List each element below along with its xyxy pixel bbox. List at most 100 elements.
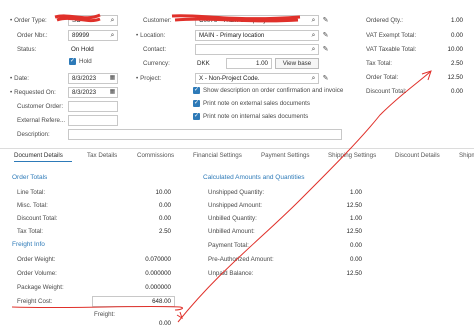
line-total-value: 10.00 — [92, 187, 175, 198]
print-internal-checkbox[interactable]: ✓ — [193, 113, 200, 120]
calendar-icon[interactable]: ▦ — [108, 88, 117, 97]
summary-value: 12.50 — [447, 74, 463, 81]
summary-value: 1.00 — [450, 17, 463, 24]
order-totals-title: Order Totals — [12, 174, 48, 181]
unbilled-qty-label: Unbilled Quantity: — [208, 215, 257, 222]
currency-code: DKK — [197, 60, 210, 67]
print-external-label: Print note on external sales documents — [203, 100, 310, 107]
unbilled-qty-value: 1.00 — [282, 213, 366, 224]
discount-total-label: Discount Total: — [17, 215, 58, 222]
pencil-icon[interactable]: ✎ — [321, 74, 330, 83]
external-ref-label: External Refere... — [17, 117, 66, 124]
tab-shipping-settings[interactable]: Shipping Settings — [328, 150, 376, 161]
unbilled-amount-value: 12.50 — [282, 226, 366, 237]
summary-label: Discount Total: — [366, 88, 407, 95]
package-weight-value: 0.000000 — [92, 282, 175, 293]
date-label: Date: — [10, 75, 29, 82]
tab-bar-divider — [0, 148, 474, 149]
summary-value: 10.00 — [447, 46, 463, 53]
unpaid-balance-label: Unpaid Balance: — [208, 270, 254, 277]
customer-order-field[interactable] — [68, 101, 118, 112]
print-internal-label: Print note on internal sales documents — [203, 113, 309, 120]
summary-label: Tax Total: — [366, 60, 393, 67]
pencil-icon[interactable]: ✎ — [321, 31, 330, 40]
unshipped-amount-value: 12.50 — [282, 200, 366, 211]
customer-field[interactable]: C0076 - Thain Company — [195, 15, 319, 26]
currency-rate-field[interactable]: 1.00 — [226, 58, 272, 69]
tax-total-label: Tax Total: — [17, 228, 44, 235]
calendar-icon[interactable]: ▦ — [108, 74, 117, 83]
tab-tax-details[interactable]: Tax Details — [87, 150, 117, 161]
show-description-label: Show description on order confirmation a… — [203, 87, 344, 94]
freight-cost-label: Freight Cost: — [17, 298, 53, 305]
freight-cost-field[interactable]: 648.00 — [92, 296, 175, 307]
unshipped-amount-label: Unshipped Amount: — [208, 202, 263, 209]
summary-value: 0.00 — [450, 32, 463, 39]
pre-authorized-value: 0.00 — [282, 254, 366, 265]
tab-document-details[interactable]: Document Details — [14, 150, 63, 161]
summary-value: 2.50 — [450, 60, 463, 67]
customer-label: Customer: — [143, 17, 172, 24]
tab-financial-settings[interactable]: Financial Settings — [193, 150, 242, 161]
misc-total-value: 0.00 — [92, 200, 175, 211]
package-weight-label: Package Weight: — [17, 284, 64, 291]
summary-label: VAT Taxable Total: — [366, 46, 417, 53]
line-total-label: Line Total: — [17, 189, 46, 196]
unpaid-balance-value: 12.50 — [282, 268, 366, 279]
project-label: Project: — [136, 75, 161, 82]
summary-label: Ordered Qty.: — [366, 17, 404, 24]
search-icon[interactable]: ⌕ — [309, 45, 318, 54]
unshipped-qty-value: 1.00 — [282, 187, 366, 198]
freight-info-title: Freight Info — [12, 241, 45, 248]
contact-field[interactable] — [195, 44, 319, 55]
tab-discount-details[interactable]: Discount Details — [395, 150, 440, 161]
hold-checkbox[interactable]: ✓ — [69, 58, 76, 65]
contact-label: Contact: — [143, 46, 167, 53]
status-label: Status: — [17, 46, 37, 53]
order-type-label: Order Type: — [10, 17, 47, 24]
pre-authorized-label: Pre-Authorized Amount: — [208, 256, 274, 263]
freight-label: Freight: — [94, 311, 115, 318]
unbilled-amount-label: Unbilled Amount: — [208, 228, 255, 235]
unshipped-qty-label: Unshipped Quantity: — [208, 189, 265, 196]
search-icon[interactable]: ⌕ — [309, 16, 318, 25]
project-field[interactable]: X - Non-Project Code. — [195, 73, 319, 84]
status-value: On Hold — [71, 46, 94, 53]
active-tab-indicator — [14, 161, 72, 162]
payment-total-value: 0.00 — [282, 240, 366, 251]
currency-label: Currency: — [143, 60, 170, 67]
calculated-title: Calculated Amounts and Quantities — [203, 174, 305, 181]
view-base-button[interactable]: View base — [275, 58, 319, 69]
tab-payment-settings[interactable]: Payment Settings — [261, 150, 310, 161]
requested-on-label: Requested On: — [10, 89, 56, 96]
print-external-checkbox[interactable]: ✓ — [193, 100, 200, 107]
tab-shipments[interactable]: Shipm — [459, 150, 474, 161]
pencil-icon[interactable]: ✎ — [321, 16, 330, 25]
summary-label: Order Total: — [366, 74, 399, 81]
summary-label: VAT Exempt Total: — [366, 32, 417, 39]
small-arrow — [176, 311, 183, 320]
hold-label: Hold — [79, 58, 92, 65]
description-field[interactable] — [68, 129, 342, 140]
payment-total-label: Payment Total: — [208, 242, 249, 249]
description-label: Description: — [17, 131, 50, 138]
search-icon[interactable]: ⌕ — [108, 31, 117, 40]
tax-total-value: 2.50 — [92, 226, 175, 237]
search-icon[interactable]: ⌕ — [309, 74, 318, 83]
misc-total-label: Misc. Total: — [17, 202, 48, 209]
order-volume-label: Order Volume: — [17, 270, 57, 277]
order-nbr-label: Order Nbr.: — [17, 32, 48, 39]
pencil-icon[interactable]: ✎ — [321, 45, 330, 54]
tab-commissions[interactable]: Commissions — [137, 150, 174, 161]
search-icon[interactable]: ⌕ — [309, 31, 318, 40]
freight-value: 0.00 — [120, 318, 175, 329]
order-weight-label: Order Weight: — [17, 256, 56, 263]
show-description-checkbox[interactable]: ✓ — [193, 87, 200, 94]
summary-value: 0.00 — [450, 88, 463, 95]
location-field[interactable]: MAIN - Primary location — [195, 30, 319, 41]
location-label: Location: — [136, 32, 165, 39]
external-ref-field[interactable] — [68, 115, 118, 126]
customer-order-label: Customer Order: — [17, 103, 64, 110]
search-icon[interactable]: ⌕ — [108, 16, 117, 25]
order-volume-value: 0.000000 — [92, 268, 175, 279]
